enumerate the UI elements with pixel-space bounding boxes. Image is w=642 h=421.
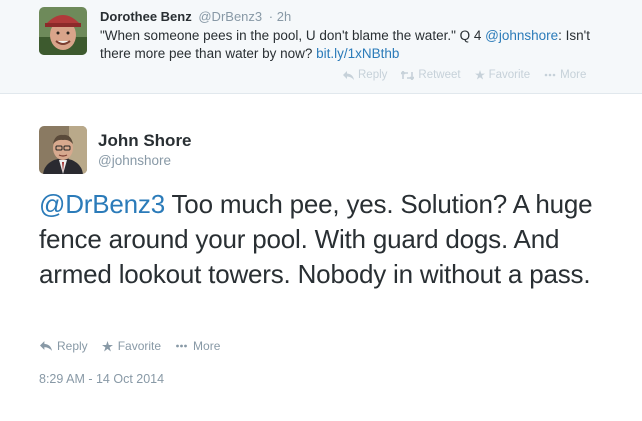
reply-tweet-header: Dorothee Benz @DrBenz3 · 2h — [100, 9, 291, 24]
reply-label: Reply — [358, 69, 388, 81]
more-label: More — [193, 339, 221, 353]
url-link[interactable]: bit.ly/1xNBthb — [316, 46, 399, 61]
author-name[interactable]: John Shore — [98, 131, 192, 151]
meta-separator: · — [268, 9, 274, 24]
reply-label: Reply — [57, 339, 88, 353]
reply-icon — [40, 341, 52, 351]
reply-tweet-actions: Reply Retweet Favorite More — [343, 69, 586, 81]
mention-link[interactable]: @johnshore — [485, 28, 558, 43]
favorite-label: Favorite — [488, 69, 531, 81]
retweet-label: Retweet — [418, 69, 461, 81]
author-handle[interactable]: @DrBenz3 — [198, 9, 262, 24]
favorite-button[interactable]: Favorite — [474, 69, 531, 81]
main-tweet-text: @DrBenz3 Too much pee, yes. Solution? A … — [39, 187, 614, 292]
retweet-icon — [401, 70, 415, 80]
tweet-time[interactable]: 2h — [277, 9, 291, 24]
tweet-text-part: "When someone pees in the pool, U don't … — [100, 28, 486, 43]
reply-tweet[interactable]: Dorothee Benz @DrBenz3 · 2h "When someon… — [0, 0, 642, 94]
more-label: More — [560, 69, 587, 81]
retweet-button[interactable]: Retweet — [401, 69, 461, 81]
reply-tweet-text: "When someone pees in the pool, U don't … — [100, 27, 620, 63]
more-dots-icon — [544, 73, 556, 77]
reply-icon — [343, 70, 354, 80]
favorite-label: Favorite — [117, 339, 162, 353]
more-button[interactable]: More — [175, 339, 220, 353]
reply-button[interactable]: Reply — [343, 69, 387, 81]
tweet-timestamp[interactable]: 8:29 AM - 14 Oct 2014 — [39, 372, 164, 386]
avatar[interactable] — [39, 7, 87, 55]
star-icon — [101, 340, 113, 351]
more-dots-icon — [176, 344, 187, 348]
main-tweet-actions: Reply Favorite More — [40, 339, 220, 353]
reply-button[interactable]: Reply — [40, 339, 88, 353]
author-name[interactable]: Dorothee Benz — [100, 9, 192, 24]
avatar[interactable] — [39, 126, 87, 174]
star-icon — [474, 70, 485, 80]
more-button[interactable]: More — [544, 69, 586, 81]
author-handle[interactable]: @johnshore — [98, 153, 171, 168]
mention-link[interactable]: @DrBenz3 — [39, 189, 165, 219]
favorite-button[interactable]: Favorite — [101, 339, 162, 353]
